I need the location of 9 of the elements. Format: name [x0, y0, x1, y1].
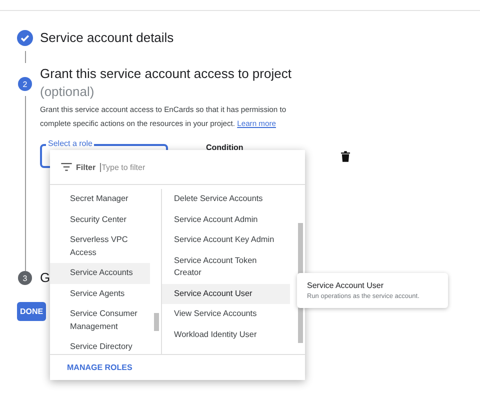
step-title: Service account details	[40, 29, 174, 47]
step-number: 2	[18, 77, 32, 91]
filter-label: Filter	[76, 162, 96, 172]
step-number: 3	[18, 271, 32, 285]
tooltip-title: Service Account User	[307, 281, 384, 290]
step-title: G	[40, 269, 50, 287]
step-subtitle: (optional)	[40, 83, 96, 101]
step-title: Grant this service account access to project	[40, 65, 292, 83]
condition-label: Condition	[206, 143, 244, 152]
